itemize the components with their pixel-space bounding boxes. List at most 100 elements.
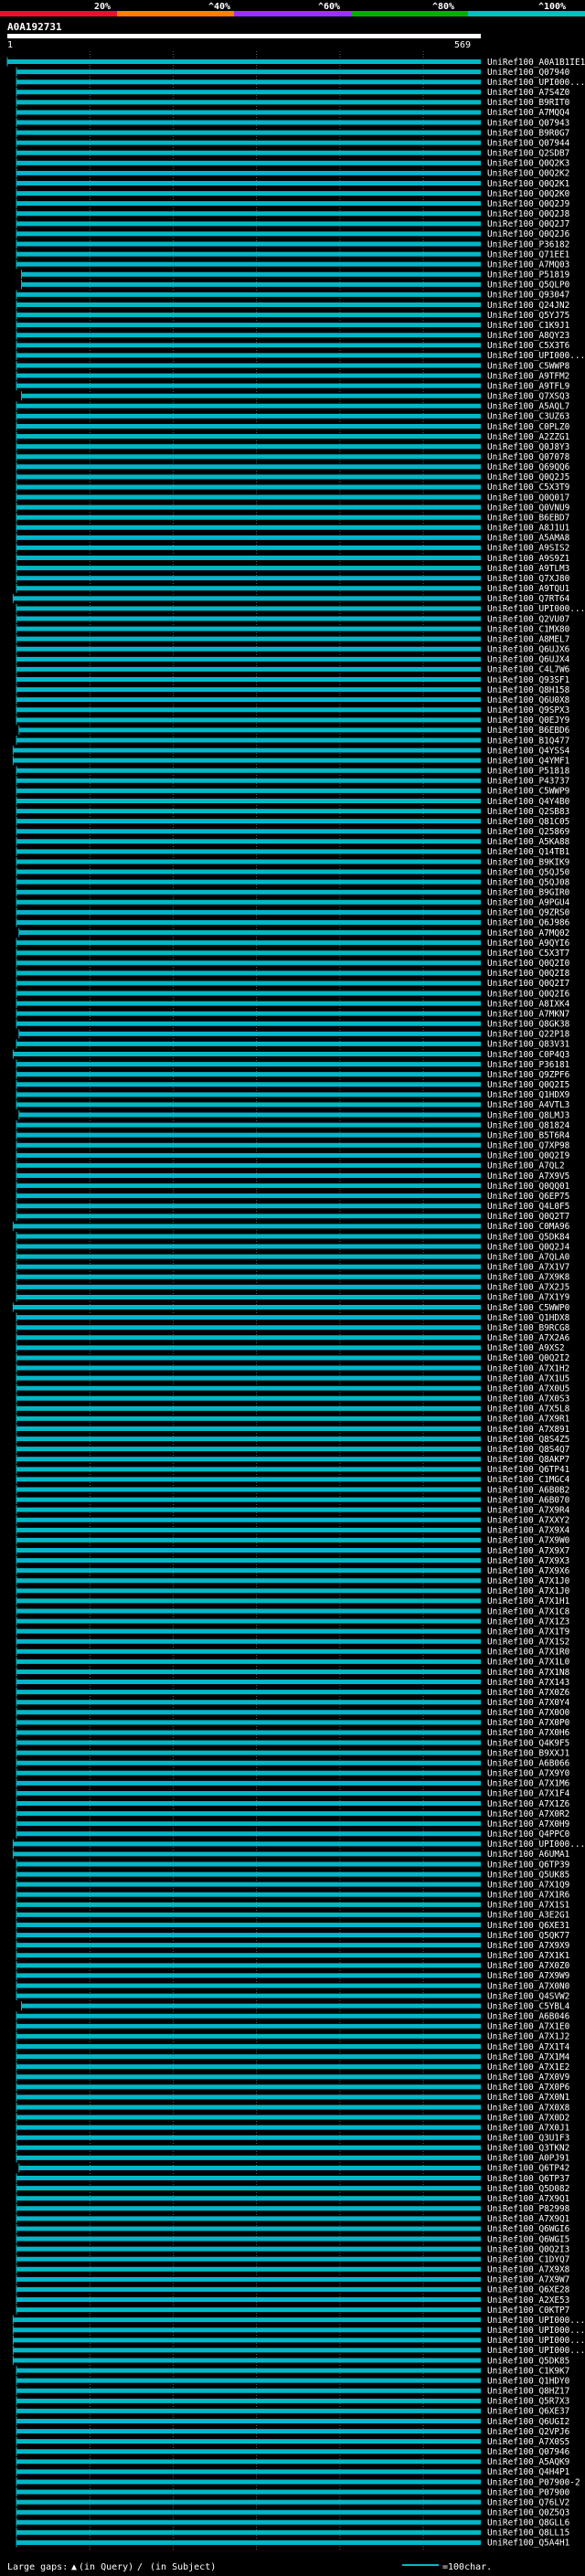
hit-label[interactable]: UniRef100_A0A1B1IE15 (487, 58, 585, 68)
hit-label[interactable]: UniRef100_Q0Q2I9 (487, 1151, 570, 1161)
hit-label[interactable]: UniRef100_A7X9W7 (487, 2275, 569, 2285)
hit-label[interactable]: UniRef100_A5AQL7 (487, 402, 569, 412)
hit-label[interactable]: UniRef100_Q6UJX4 (487, 655, 570, 665)
hit-label[interactable]: UniRef100_A7X1F4 (487, 1789, 570, 1799)
hit-label[interactable]: UniRef100_A9TLM3 (487, 564, 569, 574)
hit-label[interactable]: UniRef100_Q0Q2K2 (487, 169, 569, 179)
hit-label[interactable]: UniRef100_Q8HZ17 (487, 2387, 569, 2397)
hit-label[interactable]: UniRef100_Q69QQ6 (487, 462, 570, 472)
hit-label[interactable]: UniRef100_Q6J986 (487, 918, 570, 928)
hit-label[interactable]: UniRef100_Q6TP37 (487, 2174, 569, 2184)
hit-label[interactable]: UniRef100_A7X0Z0 (487, 1961, 570, 1971)
hit-label[interactable]: UniRef100_Q71EE1 (487, 249, 570, 260)
hit-label[interactable]: UniRef100_Q3U1F3 (487, 2133, 569, 2143)
hit-label[interactable]: UniRef100_C5WWP8 (487, 361, 570, 371)
hit-label[interactable]: UniRef100_Q6WGI6 (487, 2224, 570, 2234)
hit-label[interactable]: UniRef100_Q0Q2I3 (487, 2244, 569, 2254)
hit-label[interactable]: UniRef100_Q2SB83 (487, 807, 569, 817)
hit-label[interactable]: UniRef100_A8QY23 (487, 331, 569, 341)
hit-label[interactable]: UniRef100_Q7RT64 (487, 594, 570, 604)
hit-label[interactable]: UniRef100_Q07944 (487, 138, 570, 148)
hit-label[interactable]: UniRef100_A7X1K1 (487, 1951, 570, 1961)
hit-label[interactable]: UniRef100_UPI000... (487, 2336, 585, 2346)
hit-label[interactable]: UniRef100_B9GIR0 (487, 887, 570, 897)
hit-label[interactable]: UniRef100_P51819 (487, 270, 570, 281)
hit-label[interactable]: UniRef100_B9XXJ1 (487, 1748, 570, 1758)
hit-label[interactable]: UniRef100_Q5A4H1 (487, 2539, 570, 2549)
hit-label[interactable]: UniRef100_Q0Q2I6 (487, 989, 570, 999)
hit-label[interactable]: UniRef100_Q2VPJ6 (487, 2427, 570, 2437)
hit-label[interactable]: UniRef100_A9QYI6 (487, 938, 570, 949)
hit-label[interactable]: UniRef100_Q4YMF1 (487, 756, 570, 766)
hit-label[interactable]: UniRef100_Q8GLL6 (487, 2518, 570, 2528)
hit-label[interactable]: UniRef100_Q0Q2J5 (487, 472, 569, 482)
hit-label[interactable]: UniRef100_A7X9K8 (487, 1273, 570, 1283)
hit-label[interactable]: UniRef100_A7X143 (487, 1678, 569, 1688)
hit-label[interactable]: UniRef100_Q4SVW2 (487, 1991, 569, 2001)
hit-label[interactable]: UniRef100_C0MA96 (487, 1222, 570, 1232)
hit-label[interactable]: UniRef100_C4L7W6 (487, 665, 570, 675)
hit-label[interactable]: UniRef100_A7X1R0 (487, 1648, 570, 1658)
hit-label[interactable]: UniRef100_A6UMA1 (487, 1850, 570, 1860)
hit-label[interactable]: UniRef100_Q07940 (487, 68, 570, 78)
hit-label[interactable]: UniRef100_A7X1U5 (487, 1373, 569, 1383)
hit-label[interactable]: UniRef100_Q25869 (487, 827, 570, 837)
hit-label[interactable]: UniRef100_C5WWP0 (487, 1303, 570, 1313)
hit-label[interactable]: UniRef100_A6B070 (487, 1495, 570, 1505)
hit-label[interactable]: UniRef100_Q83V31 (487, 1040, 570, 1050)
hit-label[interactable]: UniRef100_A7X2J5 (487, 1283, 569, 1293)
hit-label[interactable]: UniRef100_A7X1H2 (487, 1363, 569, 1373)
hit-label[interactable]: UniRef100_C0P4Q3 (487, 1050, 569, 1060)
hit-label[interactable]: UniRef100_Q22P18 (487, 1030, 570, 1040)
hit-label[interactable]: UniRef100_Q5D082 (487, 2184, 569, 2194)
hit-label[interactable]: UniRef100_Q5YJ75 (487, 311, 569, 321)
hit-label[interactable]: UniRef100_A8MEL7 (487, 634, 569, 644)
hit-label[interactable]: UniRef100_Q6UGI2 (487, 2417, 569, 2427)
hit-label[interactable]: UniRef100_Q6UJX6 (487, 645, 570, 655)
hit-label[interactable]: UniRef100_B9KIK9 (487, 857, 570, 867)
hit-label[interactable]: UniRef100_Q0J8Y3 (487, 442, 569, 452)
hit-label[interactable]: UniRef100_A7X5L8 (487, 1405, 570, 1415)
hit-label[interactable]: UniRef100_Q7XSQ3 (487, 392, 569, 402)
hit-label[interactable]: UniRef100_Q81824 (487, 1120, 570, 1130)
hit-label[interactable]: UniRef100_Q14TB1 (487, 847, 570, 857)
hit-label[interactable]: UniRef100_Q8LL15 (487, 2528, 569, 2539)
hit-label[interactable]: UniRef100_A7S4Z0 (487, 88, 570, 98)
hit-label[interactable]: UniRef100_P51818 (487, 767, 570, 777)
hit-label[interactable]: UniRef100_Q5QJ50 (487, 867, 570, 877)
hit-label[interactable]: UniRef100_A7X1E2 (487, 2062, 569, 2072)
hit-label[interactable]: UniRef100_A2XE53 (487, 2295, 569, 2306)
hit-label[interactable]: UniRef100_C1DYQ7 (487, 2254, 569, 2264)
hit-label[interactable]: UniRef100_A3E2G1 (487, 1911, 570, 1921)
hit-label[interactable]: UniRef100_UPI000... (487, 2316, 585, 2326)
hit-label[interactable]: UniRef100_Q6TP42 (487, 2164, 569, 2174)
hit-label[interactable]: UniRef100_B9RIT0 (487, 98, 570, 108)
hit-label[interactable]: UniRef100_A5AQK9 (487, 2457, 570, 2467)
hit-label[interactable]: UniRef100_A7MKN7 (487, 1009, 569, 1019)
hit-label[interactable]: UniRef100_C1MX80 (487, 624, 570, 634)
hit-label[interactable]: UniRef100_Q0Q2K1 (487, 179, 570, 189)
hit-label[interactable]: UniRef100_A7X9X9 (487, 1941, 570, 1951)
hit-label[interactable]: UniRef100_Q0Q017 (487, 493, 569, 503)
hit-label[interactable]: UniRef100_Q9ZRS0 (487, 908, 570, 918)
hit-label[interactable]: UniRef100_A7X1Z3 (487, 1617, 569, 1627)
hit-label[interactable]: UniRef100_A7MQ02 (487, 928, 569, 938)
hit-label[interactable]: UniRef100_Q0Q2I5 (487, 1080, 569, 1090)
hit-label[interactable]: UniRef100_Q6U0X8 (487, 695, 570, 705)
hit-label[interactable]: UniRef100_A7X9R1 (487, 1415, 570, 1425)
hit-label[interactable]: UniRef100_Q8GK38 (487, 1020, 570, 1030)
hit-label[interactable]: UniRef100_Q0QQ01 (487, 1182, 570, 1192)
hit-label[interactable]: UniRef100_A9S9Z1 (487, 554, 570, 564)
hit-label[interactable]: UniRef100_A7X9X7 (487, 1546, 569, 1556)
hit-label[interactable]: UniRef100_A0PJ91 (487, 2154, 570, 2164)
hit-label[interactable]: UniRef100_Q0Q2J4 (487, 1242, 570, 1252)
hit-label[interactable]: UniRef100_A7X1T4 (487, 2042, 570, 2052)
hit-label[interactable]: UniRef100_A7X0P6 (487, 2083, 570, 2093)
hit-label[interactable]: UniRef100_Q3TKN2 (487, 2144, 569, 2154)
hit-label[interactable]: UniRef100_Q6XE28 (487, 2285, 570, 2295)
hit-label[interactable]: UniRef100_Q6WGI5 (487, 2234, 569, 2244)
hit-label[interactable]: UniRef100_Q7XP98 (487, 1141, 570, 1151)
hit-label[interactable]: UniRef100_Q0Q2J6 (487, 229, 570, 239)
hit-label[interactable]: UniRef100_Q5QLP0 (487, 281, 570, 291)
hit-label[interactable]: UniRef100_A7X891 (487, 1425, 570, 1435)
